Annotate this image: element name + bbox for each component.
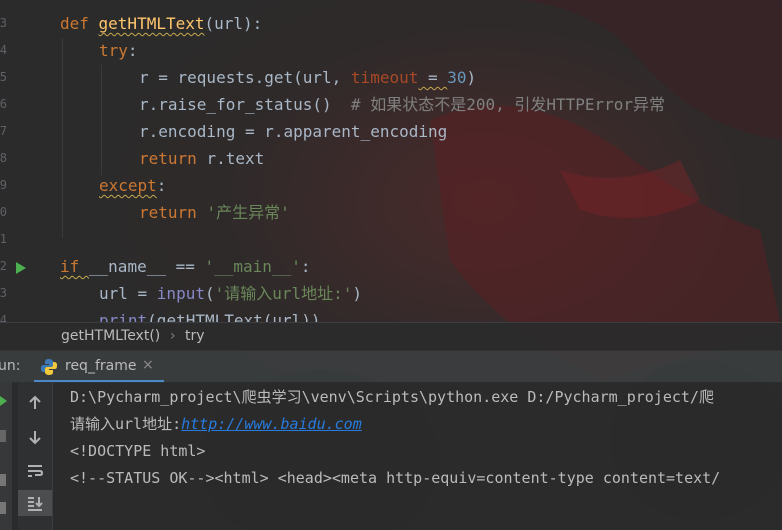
- console-toolbar: [18, 382, 53, 530]
- tab-req-frame[interactable]: req_frame ×: [34, 351, 164, 383]
- python-icon: [41, 359, 57, 375]
- console-output-line: D:\Pycharm_project\爬虫学习\venv\Scripts\pyt…: [70, 388, 714, 406]
- line-number: 1: [0, 232, 7, 246]
- code-text: ==: [165, 257, 205, 276]
- code-text: r.text: [206, 149, 265, 168]
- line-number: 4: [0, 43, 7, 57]
- arrow-down-icon: [29, 431, 41, 445]
- restore-layout-icon[interactable]: [0, 474, 6, 486]
- code-text: ): [466, 68, 477, 87]
- console-panel[interactable]: D:\Pycharm_project\爬虫学习\venv\Scripts\pyt…: [0, 382, 782, 530]
- function-name: getHTMLText: [98, 14, 205, 33]
- console-output-line: 请输入url地址:http://www.baidu.com: [70, 414, 362, 434]
- comment: # 如果状态不是200, 引发HTTPError异常: [350, 95, 666, 114]
- scroll-to-end-icon: [28, 497, 43, 511]
- indent-guide: [62, 38, 63, 238]
- code-text: (url):: [204, 14, 263, 33]
- line-number: 6: [0, 97, 7, 111]
- line-number: 0: [0, 205, 7, 219]
- code-text: __name__: [88, 257, 166, 276]
- code-line[interactable]: if __name__ == '__main__':: [60, 256, 310, 278]
- string: '__main__': [204, 257, 301, 276]
- line-number: 5: [0, 70, 7, 84]
- string: '请输入url地址:': [214, 284, 353, 303]
- code-editor[interactable]: 3 4 5 6 7 8 9 0 1 2 3 4 def getHTMLText(…: [0, 0, 782, 322]
- rerun-icon[interactable]: [0, 396, 7, 406]
- breadcrumb: getHTMLText() › try: [0, 322, 782, 351]
- line-number: 9: [0, 178, 7, 192]
- line-number: 3: [0, 16, 7, 30]
- code-text: :: [127, 41, 138, 60]
- pin-icon[interactable]: [0, 502, 6, 514]
- scroll-to-end-button[interactable]: [18, 490, 52, 516]
- keyword: return: [139, 203, 207, 222]
- code-text: =: [418, 68, 448, 87]
- line-number: 2: [0, 259, 7, 273]
- code-text: :: [156, 176, 167, 195]
- console-output-line: <!DOCTYPE html>: [70, 442, 206, 460]
- breadcrumb-item-function[interactable]: getHTMLText(): [61, 328, 160, 344]
- keyword: return: [139, 149, 207, 168]
- scroll-down-button[interactable]: [18, 424, 52, 450]
- code-line[interactable]: url = input('请输入url地址:'): [99, 283, 362, 305]
- keyword: def: [60, 14, 99, 33]
- code-text: ): [352, 284, 363, 303]
- console-output-line: <!--STATUS OK--><html> <head><meta http-…: [70, 469, 721, 487]
- code-text: r.raise_for_status(): [139, 95, 351, 114]
- keyword: if: [60, 257, 89, 276]
- number: 30: [447, 68, 467, 87]
- code-line[interactable]: def getHTMLText(url):: [60, 13, 262, 35]
- stop-icon[interactable]: [0, 430, 6, 442]
- code-text: :: [300, 257, 311, 276]
- line-gutter: 3 4 5 6 7 8 9 0 1 2 3 4: [0, 0, 44, 322]
- console-prompt: 请输入url地址:: [70, 415, 182, 433]
- line-number: 3: [0, 286, 7, 300]
- code-line[interactable]: try:: [99, 40, 138, 62]
- code-text: r = requests.get(url,: [139, 68, 351, 87]
- tab-label: req_frame: [65, 358, 137, 374]
- line-number: 4: [0, 313, 7, 322]
- indent-guide: [101, 65, 102, 175]
- run-tool-window-header: un: req_frame ×: [0, 350, 782, 383]
- soft-wrap-icon: [28, 465, 44, 477]
- code-line[interactable]: r.encoding = r.apparent_encoding: [139, 121, 447, 143]
- code-line[interactable]: return '产生异常': [139, 202, 290, 224]
- run-label: un:: [0, 358, 21, 374]
- code-line[interactable]: except:: [99, 175, 166, 197]
- breadcrumb-item-try[interactable]: try: [185, 328, 205, 344]
- code-line[interactable]: print(getHTMLText(url)): [99, 310, 321, 322]
- code-text: r.encoding = r.apparent_encoding: [139, 122, 448, 141]
- string: '产生异常': [206, 203, 290, 222]
- run-gutter-icon[interactable]: [16, 262, 26, 274]
- param-name: timeout: [350, 68, 419, 87]
- code-text: (: [204, 284, 215, 303]
- code-text: url =: [99, 284, 157, 303]
- scroll-up-button[interactable]: [18, 390, 52, 416]
- arrow-up-icon: [29, 395, 41, 409]
- keyword: except: [99, 176, 157, 195]
- code-line[interactable]: r = requests.get(url, timeout = 30): [139, 67, 476, 89]
- line-number: 8: [0, 151, 7, 165]
- code-line[interactable]: r.raise_for_status() # 如果状态不是200, 引发HTTP…: [139, 94, 665, 116]
- code-text: (getHTMLText(url)): [147, 311, 321, 322]
- builtin: input: [156, 284, 205, 303]
- console-link[interactable]: http://www.baidu.com: [181, 415, 362, 433]
- builtin: print: [99, 311, 148, 322]
- close-icon[interactable]: ×: [142, 357, 154, 373]
- breadcrumb-separator: ›: [170, 328, 176, 344]
- soft-wrap-button[interactable]: [18, 458, 52, 484]
- code-line[interactable]: return r.text: [139, 148, 264, 170]
- line-number: 7: [0, 124, 7, 138]
- run-side-toolbar: [0, 382, 12, 530]
- keyword: try: [99, 41, 128, 60]
